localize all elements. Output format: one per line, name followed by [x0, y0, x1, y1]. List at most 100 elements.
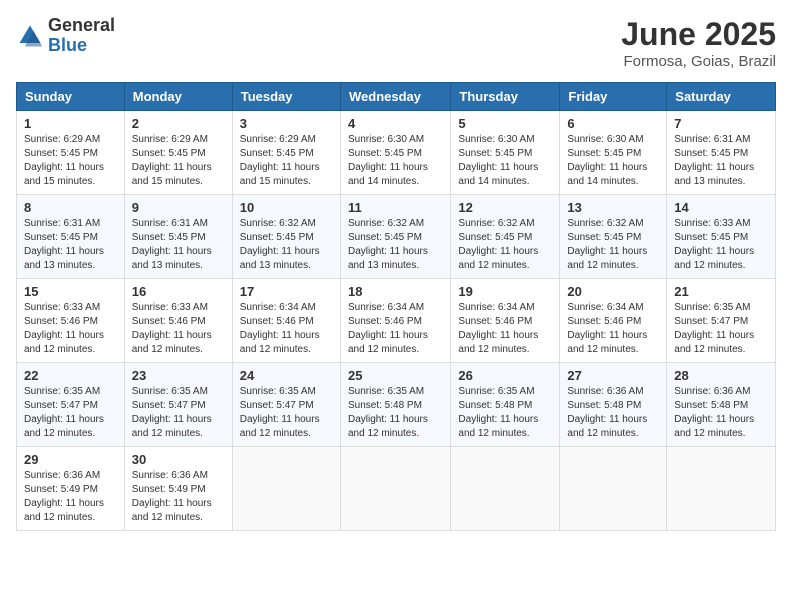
day-number: 21 [674, 284, 768, 299]
day-cell-11: 11 Sunrise: 6:32 AM Sunset: 5:45 PM Dayl… [340, 195, 450, 279]
day-number: 2 [132, 116, 225, 131]
day-cell-15: 15 Sunrise: 6:33 AM Sunset: 5:46 PM Dayl… [17, 279, 125, 363]
empty-cell [232, 447, 340, 531]
day-info: Sunrise: 6:36 AM Sunset: 5:48 PM Dayligh… [674, 385, 768, 441]
day-cell-28: 28 Sunrise: 6:36 AM Sunset: 5:48 PM Dayl… [667, 363, 776, 447]
logo: General Blue [16, 16, 115, 56]
day-cell-26: 26 Sunrise: 6:35 AM Sunset: 5:48 PM Dayl… [451, 363, 560, 447]
day-number: 20 [567, 284, 659, 299]
day-number: 6 [567, 116, 659, 131]
header-sunday: Sunday [17, 83, 125, 111]
day-number: 3 [240, 116, 333, 131]
day-number: 7 [674, 116, 768, 131]
day-info: Sunrise: 6:34 AM Sunset: 5:46 PM Dayligh… [348, 301, 443, 357]
day-info: Sunrise: 6:29 AM Sunset: 5:45 PM Dayligh… [132, 133, 225, 189]
week-row-1: 1 Sunrise: 6:29 AM Sunset: 5:45 PM Dayli… [17, 111, 776, 195]
day-cell-4: 4 Sunrise: 6:30 AM Sunset: 5:45 PM Dayli… [340, 111, 450, 195]
day-cell-29: 29 Sunrise: 6:36 AM Sunset: 5:49 PM Dayl… [17, 447, 125, 531]
day-cell-16: 16 Sunrise: 6:33 AM Sunset: 5:46 PM Dayl… [124, 279, 232, 363]
day-cell-23: 23 Sunrise: 6:35 AM Sunset: 5:47 PM Dayl… [124, 363, 232, 447]
logo-blue: Blue [48, 36, 115, 56]
day-number: 8 [24, 200, 117, 215]
day-number: 13 [567, 200, 659, 215]
header-thursday: Thursday [451, 83, 560, 111]
day-cell-22: 22 Sunrise: 6:35 AM Sunset: 5:47 PM Dayl… [17, 363, 125, 447]
day-info: Sunrise: 6:31 AM Sunset: 5:45 PM Dayligh… [674, 133, 768, 189]
day-info: Sunrise: 6:31 AM Sunset: 5:45 PM Dayligh… [132, 217, 225, 273]
day-number: 26 [458, 368, 552, 383]
day-number: 12 [458, 200, 552, 215]
header-wednesday: Wednesday [340, 83, 450, 111]
day-number: 14 [674, 200, 768, 215]
day-info: Sunrise: 6:36 AM Sunset: 5:48 PM Dayligh… [567, 385, 659, 441]
day-cell-17: 17 Sunrise: 6:34 AM Sunset: 5:46 PM Dayl… [232, 279, 340, 363]
day-cell-9: 9 Sunrise: 6:31 AM Sunset: 5:45 PM Dayli… [124, 195, 232, 279]
day-info: Sunrise: 6:34 AM Sunset: 5:46 PM Dayligh… [240, 301, 333, 357]
day-cell-5: 5 Sunrise: 6:30 AM Sunset: 5:45 PM Dayli… [451, 111, 560, 195]
day-cell-2: 2 Sunrise: 6:29 AM Sunset: 5:45 PM Dayli… [124, 111, 232, 195]
day-number: 30 [132, 452, 225, 467]
day-number: 23 [132, 368, 225, 383]
day-cell-7: 7 Sunrise: 6:31 AM Sunset: 5:45 PM Dayli… [667, 111, 776, 195]
day-cell-8: 8 Sunrise: 6:31 AM Sunset: 5:45 PM Dayli… [17, 195, 125, 279]
month-title: June 2025 [621, 16, 776, 53]
day-info: Sunrise: 6:33 AM Sunset: 5:46 PM Dayligh… [132, 301, 225, 357]
day-info: Sunrise: 6:30 AM Sunset: 5:45 PM Dayligh… [348, 133, 443, 189]
day-info: Sunrise: 6:36 AM Sunset: 5:49 PM Dayligh… [132, 469, 225, 525]
day-number: 27 [567, 368, 659, 383]
day-info: Sunrise: 6:35 AM Sunset: 5:48 PM Dayligh… [458, 385, 552, 441]
day-number: 4 [348, 116, 443, 131]
header-tuesday: Tuesday [232, 83, 340, 111]
page-header: General Blue June 2025 Formosa, Goias, B… [16, 16, 776, 70]
day-info: Sunrise: 6:32 AM Sunset: 5:45 PM Dayligh… [240, 217, 333, 273]
day-info: Sunrise: 6:34 AM Sunset: 5:46 PM Dayligh… [567, 301, 659, 357]
day-number: 18 [348, 284, 443, 299]
day-cell-20: 20 Sunrise: 6:34 AM Sunset: 5:46 PM Dayl… [560, 279, 667, 363]
day-number: 29 [24, 452, 117, 467]
day-cell-13: 13 Sunrise: 6:32 AM Sunset: 5:45 PM Dayl… [560, 195, 667, 279]
day-cell-25: 25 Sunrise: 6:35 AM Sunset: 5:48 PM Dayl… [340, 363, 450, 447]
day-cell-18: 18 Sunrise: 6:34 AM Sunset: 5:46 PM Dayl… [340, 279, 450, 363]
calendar-header-row: SundayMondayTuesdayWednesdayThursdayFrid… [17, 83, 776, 111]
day-cell-14: 14 Sunrise: 6:33 AM Sunset: 5:45 PM Dayl… [667, 195, 776, 279]
day-number: 19 [458, 284, 552, 299]
day-number: 22 [24, 368, 117, 383]
logo-text: General Blue [48, 16, 115, 56]
day-info: Sunrise: 6:30 AM Sunset: 5:45 PM Dayligh… [567, 133, 659, 189]
day-number: 28 [674, 368, 768, 383]
day-number: 17 [240, 284, 333, 299]
header-saturday: Saturday [667, 83, 776, 111]
day-info: Sunrise: 6:33 AM Sunset: 5:45 PM Dayligh… [674, 217, 768, 273]
day-cell-1: 1 Sunrise: 6:29 AM Sunset: 5:45 PM Dayli… [17, 111, 125, 195]
day-cell-12: 12 Sunrise: 6:32 AM Sunset: 5:45 PM Dayl… [451, 195, 560, 279]
location: Formosa, Goias, Brazil [621, 53, 776, 70]
day-cell-27: 27 Sunrise: 6:36 AM Sunset: 5:48 PM Dayl… [560, 363, 667, 447]
day-cell-10: 10 Sunrise: 6:32 AM Sunset: 5:45 PM Dayl… [232, 195, 340, 279]
week-row-5: 29 Sunrise: 6:36 AM Sunset: 5:49 PM Dayl… [17, 447, 776, 531]
title-block: June 2025 Formosa, Goias, Brazil [621, 16, 776, 70]
day-number: 16 [132, 284, 225, 299]
week-row-2: 8 Sunrise: 6:31 AM Sunset: 5:45 PM Dayli… [17, 195, 776, 279]
day-cell-6: 6 Sunrise: 6:30 AM Sunset: 5:45 PM Dayli… [560, 111, 667, 195]
logo-icon [16, 22, 44, 50]
empty-cell [451, 447, 560, 531]
day-cell-24: 24 Sunrise: 6:35 AM Sunset: 5:47 PM Dayl… [232, 363, 340, 447]
day-info: Sunrise: 6:29 AM Sunset: 5:45 PM Dayligh… [24, 133, 117, 189]
day-number: 1 [24, 116, 117, 131]
empty-cell [667, 447, 776, 531]
day-info: Sunrise: 6:32 AM Sunset: 5:45 PM Dayligh… [458, 217, 552, 273]
day-info: Sunrise: 6:35 AM Sunset: 5:47 PM Dayligh… [240, 385, 333, 441]
day-info: Sunrise: 6:35 AM Sunset: 5:47 PM Dayligh… [132, 385, 225, 441]
day-info: Sunrise: 6:33 AM Sunset: 5:46 PM Dayligh… [24, 301, 117, 357]
day-cell-21: 21 Sunrise: 6:35 AM Sunset: 5:47 PM Dayl… [667, 279, 776, 363]
day-number: 24 [240, 368, 333, 383]
logo-general: General [48, 16, 115, 36]
week-row-3: 15 Sunrise: 6:33 AM Sunset: 5:46 PM Dayl… [17, 279, 776, 363]
day-cell-30: 30 Sunrise: 6:36 AM Sunset: 5:49 PM Dayl… [124, 447, 232, 531]
day-number: 25 [348, 368, 443, 383]
day-cell-19: 19 Sunrise: 6:34 AM Sunset: 5:46 PM Dayl… [451, 279, 560, 363]
week-row-4: 22 Sunrise: 6:35 AM Sunset: 5:47 PM Dayl… [17, 363, 776, 447]
day-info: Sunrise: 6:29 AM Sunset: 5:45 PM Dayligh… [240, 133, 333, 189]
day-number: 11 [348, 200, 443, 215]
day-info: Sunrise: 6:32 AM Sunset: 5:45 PM Dayligh… [567, 217, 659, 273]
